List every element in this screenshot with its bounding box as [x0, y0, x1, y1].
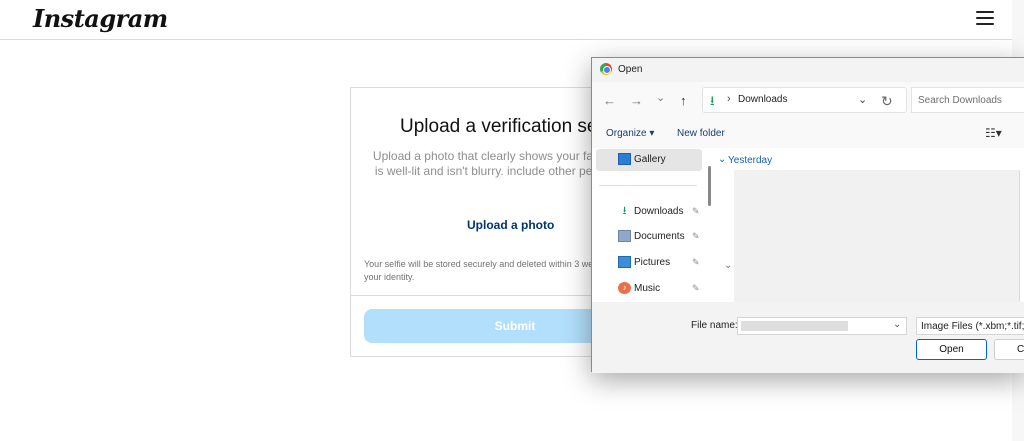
ig-header: Instagram	[0, 0, 1012, 40]
upload-photo-link[interactable]: Upload a photo	[467, 218, 554, 232]
dialog-toolbar: Organize ▾ New folder ☷▾	[592, 122, 1024, 148]
file-list-pane: ⌄ Yesterday	[718, 148, 1024, 302]
file-type-select[interactable]: Image Files (*.xbm;*.tif;*.j	[916, 317, 1024, 335]
breadcrumb-separator-icon: ›	[727, 93, 731, 105]
search-box[interactable]	[911, 87, 1024, 113]
pin-icon: ✎	[692, 231, 700, 241]
download-icon: ⭳	[622, 205, 627, 217]
dialog-footer: File name: ⌄ Image Files (*.xbm;*.tif;*.…	[592, 302, 1024, 373]
new-folder-button[interactable]: New folder	[677, 128, 725, 139]
search-input[interactable]	[912, 88, 1024, 112]
sidebar-item-label: Downloads	[634, 206, 684, 217]
pin-icon: ✎	[692, 206, 700, 216]
dialog-titlebar[interactable]: Open	[592, 58, 1024, 82]
sidebar-item-label: Gallery	[634, 154, 666, 165]
organize-menu-button[interactable]: Organize ▾	[606, 128, 654, 139]
hamburger-menu-icon[interactable]	[976, 11, 994, 27]
navigation-pane: Gallery ⭳ Downloads ✎ Documents ✎ Pictur…	[592, 148, 704, 302]
sidebar-item-label: Music	[634, 283, 661, 294]
sidebar-item-downloads[interactable]: ⭳ Downloads ✎	[596, 201, 702, 223]
pictures-icon	[618, 256, 631, 268]
instagram-logo[interactable]: Instagram	[33, 4, 168, 33]
address-path[interactable]: Downloads	[738, 94, 787, 105]
group-collapse-chevron-icon[interactable]: ⌄	[718, 154, 726, 165]
dialog-title: Open	[618, 64, 643, 75]
group-header-yesterday[interactable]: Yesterday	[728, 155, 772, 166]
document-icon	[618, 230, 631, 242]
navigation-pane-scrollbar[interactable]	[708, 166, 711, 206]
file-name-label: File name:	[691, 320, 738, 331]
sidebar-item-label: Documents	[634, 231, 685, 242]
hamburger-line	[976, 11, 994, 13]
sidebar-item-label: Pictures	[634, 257, 671, 268]
hamburger-line	[976, 23, 994, 25]
pin-icon: ✎	[692, 257, 700, 267]
chrome-icon	[600, 63, 612, 75]
sidebar-item-pictures[interactable]: Pictures ✎	[596, 252, 702, 274]
gallery-icon	[618, 153, 631, 165]
sidebar-item-documents[interactable]: Documents ✎	[596, 226, 702, 248]
screen: Instagram Upload a verification sel Uplo…	[0, 0, 1024, 441]
cancel-button[interactable]: C	[994, 339, 1024, 360]
sidebar-item-gallery[interactable]: Gallery	[596, 149, 702, 171]
address-bar[interactable]: ⭳ › Downloads ⌄	[702, 87, 907, 113]
file-thumbnails-area[interactable]	[734, 170, 1020, 302]
file-name-dropdown-chevron-icon[interactable]: ⌄	[893, 319, 901, 330]
file-open-dialog: Open ← → ⌄ ↑ ⭳ › Downloads ⌄ ↻ Organize …	[591, 57, 1024, 373]
up-arrow-icon[interactable]: ↑	[680, 94, 687, 108]
content-scrollbar[interactable]	[1019, 170, 1024, 302]
card-title: Upload a verification sel	[400, 116, 602, 137]
pin-icon: ✎	[692, 283, 700, 293]
hamburger-line	[976, 17, 994, 19]
forward-arrow-icon[interactable]: →	[630, 94, 643, 108]
open-button[interactable]: Open	[916, 339, 987, 360]
music-icon: ♪	[618, 282, 631, 294]
sidebar-divider	[599, 185, 697, 186]
file-name-value-placeholder	[741, 321, 848, 331]
back-arrow-icon[interactable]: ←	[603, 94, 616, 108]
refresh-icon[interactable]: ↻	[881, 93, 893, 110]
download-icon: ⭳	[710, 93, 715, 108]
recent-locations-chevron-icon[interactable]: ⌄	[656, 91, 665, 105]
address-dropdown-chevron-icon[interactable]: ⌄	[858, 93, 867, 106]
sidebar-item-music[interactable]: ♪ Music ✎	[596, 278, 702, 300]
view-options-icon[interactable]: ☷▾	[985, 126, 1002, 140]
file-name-input[interactable]: ⌄	[737, 317, 907, 335]
